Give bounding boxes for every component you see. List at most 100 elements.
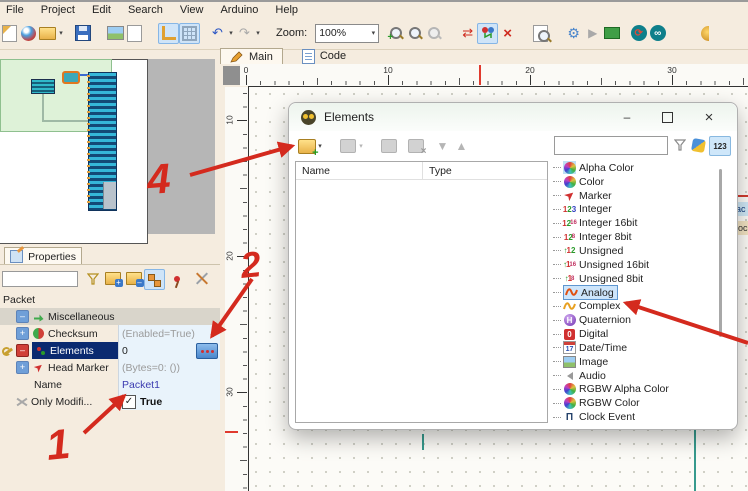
maximize-button[interactable] [649,106,685,128]
numeric-types-toggle[interactable]: 123 [709,136,731,156]
property-label: Checksum [48,327,98,340]
menu-edit[interactable]: Edit [92,4,111,16]
type-item-clock-event[interactable]: Π Clock Event [551,410,731,424]
only-modified-checkbox[interactable]: ✓ [122,394,136,409]
type-tree-scrollbar[interactable] [719,169,722,337]
advanced-properties-button[interactable] [192,269,211,288]
type-item-alpha-color[interactable]: Alpha Color [551,161,731,175]
type-label: Digital [579,328,609,341]
type-item-date-time[interactable]: 17 Date/Time [551,341,731,355]
tab-code[interactable]: Code [293,48,355,64]
type-item-analog[interactable]: Analog [551,285,731,301]
edit-element-button[interactable] [379,137,398,156]
type-item-rgbw-alpha-color[interactable]: RGBW Alpha Color [551,383,731,397]
move-down-button[interactable]: ▼ [433,137,452,156]
arduino-upload-button[interactable]: ∞ [648,24,667,43]
add-special-button[interactable] [338,137,357,156]
minimize-button[interactable]: – [609,106,645,128]
save-button[interactable] [73,24,92,43]
select-tool-button[interactable]: ▶ [583,24,602,43]
elements-icon [36,346,46,356]
type-item-integer[interactable]: 1 2 3 Integer [551,203,731,217]
type-label: Unsigned [579,244,624,257]
wire-style-toggle[interactable] [158,22,179,44]
column-type[interactable]: Type [422,162,547,179]
expand-box-icon[interactable]: + [16,361,29,374]
type-item-digital[interactable]: 0 Digital [551,327,731,341]
type-item-quaternion[interactable]: H Quaternion [551,313,731,327]
menu-project[interactable]: Project [41,4,75,16]
board-icon [603,27,620,39]
type-item-complex[interactable]: Complex [551,299,731,313]
zoom-reset-button[interactable] [406,24,425,43]
properties-filter-input[interactable] [2,271,78,287]
collapse-box-icon[interactable]: – [16,310,29,323]
delete-wires-button[interactable]: × [498,24,517,43]
type-item-unsigned-8bit[interactable]: ↑ 1 8 Unsigned 8bit [551,272,731,286]
type-item-integer-16bit[interactable]: 1 2 16 Integer 16bit [551,216,731,230]
add-element-button[interactable] [297,137,319,159]
settings-button[interactable]: ⚙ [564,24,583,43]
search-document-button[interactable] [531,24,551,43]
open-project-button[interactable] [38,24,57,43]
elements-ellipsis-button[interactable] [196,343,218,359]
property-row-only-modified[interactable]: Only Modifi... ✓ True [0,393,220,410]
open-wizard-button[interactable] [19,24,38,43]
open-project-dropdown[interactable]: ▾ [57,29,65,37]
close-button[interactable]: × [691,106,727,128]
export-image-button[interactable] [106,24,125,43]
elements-list[interactable]: Name Type [295,161,548,423]
collapse-box-red-icon[interactable]: – [16,344,29,357]
type-item-image[interactable]: Image [551,355,731,369]
swap-wires-button[interactable]: ⇄ [458,24,477,43]
category-filter-icon[interactable] [690,137,707,154]
collapse-all-button[interactable]: – [124,269,144,288]
menu-arduino[interactable]: Arduino [220,4,258,16]
expand-all-button[interactable]: + [103,269,123,288]
column-name[interactable]: Name [296,165,422,177]
type-item-marker[interactable]: ➤ Marker [551,188,731,204]
code-file-icon [301,48,315,64]
properties-tab[interactable]: Properties [4,247,82,265]
new-project-button[interactable] [0,24,19,43]
board-button[interactable] [602,24,621,43]
zoom-out-button[interactable] [425,24,444,43]
undo-dropdown[interactable]: ▾ [227,29,235,37]
type-search-input[interactable] [554,136,668,155]
grid-toggle[interactable] [179,22,200,44]
category-view-toggle[interactable] [144,269,165,290]
type-item-audio[interactable]: Audio [551,369,731,383]
partial-toolbar-button[interactable] [695,24,714,43]
type-item-unsigned[interactable]: ↑ 1 2 Unsigned [551,244,731,258]
menu-search[interactable]: Search [128,4,163,16]
type-item-rgbw-color[interactable]: RGBW Color [551,396,731,410]
pin-panel-button[interactable] [167,269,186,288]
type-item-integer-8bit[interactable]: 1 2 8 Integer 8bit [551,230,731,244]
delete-element-button[interactable] [406,137,426,157]
property-row-checksum[interactable]: + Checksum (Enabled=True) [0,325,220,342]
property-row-elements[interactable]: – Elements 0 [0,342,220,359]
property-row-head-marker[interactable]: + ➤ Head Marker (Bytes=0: ()) [0,359,220,376]
move-up-button[interactable]: ▲ [452,137,471,156]
add-special-dropdown[interactable]: ▾ [357,142,365,150]
menu-view[interactable]: View [180,4,204,16]
export-doc-button[interactable] [125,24,144,43]
zoom-select[interactable]: 100% ▾ [315,23,380,43]
complex-wave-icon [563,302,576,310]
compile-button[interactable]: ⟳ [629,24,648,43]
undo-button[interactable]: ↶ [208,24,227,43]
redo-button[interactable]: ↷ [235,24,254,43]
filter-button[interactable] [83,269,102,288]
menu-help[interactable]: Help [275,4,298,16]
redo-dropdown[interactable]: ▾ [254,29,262,37]
expand-box-icon[interactable]: + [16,327,29,340]
menu-file[interactable]: File [6,4,24,16]
type-item-color[interactable]: Color [551,175,731,189]
zoom-in-button[interactable]: + [387,24,406,43]
tab-main[interactable]: Main [220,48,283,64]
route-wires-toggle[interactable] [477,22,499,44]
property-row-name[interactable]: Name Packet1 [0,376,220,393]
property-row-miscellaneous[interactable]: – Miscellaneous [0,308,220,325]
type-item-unsigned-16bit[interactable]: ↑ 1 16 Unsigned 16bit [551,258,731,272]
type-filter-button[interactable] [673,138,687,156]
